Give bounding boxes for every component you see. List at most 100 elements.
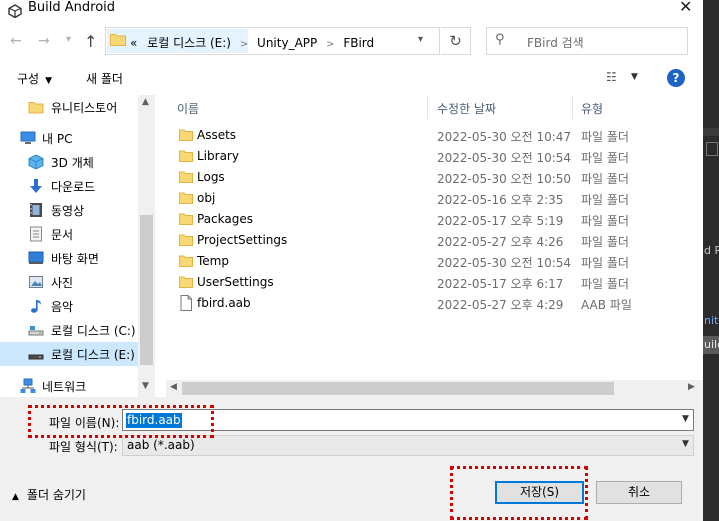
file-type: 파일 폴더	[581, 256, 629, 270]
chevron-right-icon[interactable]: >	[326, 39, 334, 50]
sidebar-item-downloads[interactable]: 다운로드	[0, 174, 141, 198]
sidebar-item-drive-e[interactable]: 로컬 디스크 (E:)	[0, 342, 141, 366]
file-name: obj	[197, 191, 216, 205]
horizontal-scrollbar[interactable]: ◀ ▶	[166, 380, 703, 397]
sidebar-item-drive-c[interactable]: 로컬 디스크 (C:)	[0, 318, 141, 342]
scrollbar-thumb[interactable]	[182, 382, 614, 395]
sidebar-item-network[interactable]: 네트워크	[0, 374, 141, 397]
file-date: 2022-05-30 오전 10:47	[437, 130, 572, 144]
breadcrumb-unity-app[interactable]: Unity_APP	[257, 36, 317, 50]
column-divider[interactable]	[427, 95, 428, 119]
chevron-right-icon[interactable]: >	[240, 39, 248, 50]
sidebar-item-this-pc[interactable]: 내 PC	[0, 126, 141, 150]
filetype-select[interactable]: aab (*.aab) ▼	[122, 435, 694, 456]
column-divider[interactable]	[572, 95, 573, 119]
folder-icon	[110, 34, 126, 46]
forward-arrow-icon[interactable]: →	[38, 33, 50, 49]
table-row[interactable]: Library 2022-05-30 오전 10:54 파일 폴더	[166, 146, 703, 167]
drive-icon	[28, 354, 44, 360]
filetype-label: 파일 형식(T):	[49, 440, 118, 454]
file-name: Temp	[197, 254, 229, 268]
scroll-up-icon[interactable]: ▲	[142, 97, 149, 107]
refresh-icon: ↻	[449, 32, 462, 50]
address-bar[interactable]: « 로컬 디스크 (E:) > Unity_APP > FBird ▾	[105, 27, 440, 55]
sort-ascending-icon: ^	[296, 95, 304, 102]
scroll-left-icon[interactable]: ◀	[170, 382, 177, 392]
recent-locations-chevron-icon[interactable]: ▾	[66, 34, 71, 45]
sidebar-item-label: 유니티스토어	[51, 101, 118, 115]
table-row[interactable]: Packages 2022-05-17 오후 5:19 파일 폴더	[166, 209, 703, 230]
sidebar-item-label: 바탕 화면	[51, 252, 99, 266]
table-row[interactable]: Logs 2022-05-30 오전 10:50 파일 폴더	[166, 167, 703, 188]
column-header-date[interactable]: 수정한 날짜	[437, 100, 496, 117]
cancel-button[interactable]: 취소	[596, 481, 682, 504]
sidebar-item-videos[interactable]: 동영상	[0, 198, 141, 222]
back-arrow-icon[interactable]: ←	[10, 33, 22, 49]
column-header-name[interactable]: 이름	[177, 100, 199, 117]
file-name: Library	[197, 149, 239, 163]
file-date: 2022-05-17 오후 5:19	[437, 214, 564, 228]
file-date: 2022-05-27 오후 4:29	[437, 298, 564, 312]
sidebar-item-desktop[interactable]: 바탕 화면	[0, 246, 141, 270]
table-row[interactable]: Temp 2022-05-30 오전 10:54 파일 폴더	[166, 251, 703, 272]
navigation-pane: 유니티스토어 내 PC 3D 개체 다운로드 동영상 문서 바탕 화면 사진 음…	[0, 95, 155, 397]
chevron-down-icon[interactable]: ▼	[682, 414, 689, 424]
sidebar-item-unity-store[interactable]: 유니티스토어	[0, 95, 141, 119]
column-header-type[interactable]: 유형	[581, 100, 603, 117]
breadcrumb-recent[interactable]: «	[130, 36, 137, 50]
file-date: 2022-05-16 오후 2:35	[437, 193, 564, 207]
sidebar-item-label: 다운로드	[51, 180, 96, 194]
chevron-down-icon[interactable]: ▾	[418, 34, 423, 45]
close-icon[interactable]: ✕	[679, 0, 693, 15]
refresh-button[interactable]: ↻	[441, 27, 471, 55]
sidebar-item-documents[interactable]: 문서	[0, 222, 141, 246]
save-dialog: Build Android ✕ ← → ▾ ↑ « 로컬 디스크 (E:) > …	[0, 0, 703, 521]
hide-folders-label: 폴더 숨기기	[26, 488, 86, 502]
table-row[interactable]: UserSettings 2022-05-17 오후 6:17 파일 폴더	[166, 272, 703, 293]
nav-scrollbar[interactable]: ▲ ▼	[138, 95, 155, 397]
sidebar-item-label: 음악	[51, 300, 74, 314]
table-row[interactable]: Assets 2022-05-30 오전 10:47 파일 폴더	[166, 125, 703, 146]
window-title: Build Android	[28, 0, 116, 15]
file-list: ^ 이름 수정한 날짜 유형 Assets 2022-05-30 오전 10:47…	[166, 95, 703, 397]
hide-folders-button[interactable]: ▲ 폴더 숨기기	[12, 486, 86, 503]
chevron-down-icon[interactable]: ▼	[682, 439, 689, 449]
background-link: nity	[704, 314, 719, 327]
file-type: 파일 폴더	[581, 172, 629, 186]
document-icon	[30, 226, 42, 242]
search-input[interactable]: FBird 검색	[527, 34, 584, 51]
scroll-right-icon[interactable]: ▶	[688, 382, 695, 392]
folder-icon	[28, 102, 44, 114]
sidebar-item-label: 내 PC	[42, 132, 73, 146]
sidebar-item-pictures[interactable]: 사진	[0, 270, 141, 294]
search-box[interactable]: ⚲ FBird 검색	[486, 27, 688, 55]
help-icon[interactable]: ?	[667, 69, 685, 87]
breadcrumb: « 로컬 디스크 (E:) > Unity_APP > FBird	[130, 34, 374, 51]
drive-icon	[28, 326, 44, 336]
sidebar-item-music[interactable]: 음악	[0, 294, 141, 318]
breadcrumb-drive[interactable]: 로컬 디스크 (E:)	[147, 36, 231, 50]
file-date: 2022-05-17 오후 6:17	[437, 277, 564, 291]
pc-icon	[20, 131, 36, 144]
sidebar-item-label: 로컬 디스크 (C:)	[51, 324, 136, 338]
folder-icon	[179, 192, 193, 204]
table-row[interactable]: ProjectSettings 2022-05-27 오후 4:26 파일 폴더	[166, 230, 703, 251]
scroll-down-icon[interactable]: ▼	[142, 381, 149, 391]
file-type: 파일 폴더	[581, 235, 629, 249]
folder-icon	[179, 150, 193, 162]
new-folder-button[interactable]: 새 폴더	[86, 70, 123, 87]
view-options-icon[interactable]: ☷	[606, 70, 617, 84]
organize-button[interactable]: 구성 ▼	[17, 70, 52, 87]
table-row[interactable]: fbird.aab 2022-05-27 오후 4:29 AAB 파일	[166, 293, 703, 314]
file-type: 파일 폴더	[581, 193, 629, 207]
up-arrow-icon[interactable]: ↑	[84, 32, 97, 51]
table-row[interactable]: obj 2022-05-16 오후 2:35 파일 폴더	[166, 188, 703, 209]
chevron-down-icon[interactable]: ▼	[631, 72, 638, 82]
highlight-box	[28, 405, 214, 438]
picture-icon	[29, 276, 43, 288]
file-date: 2022-05-27 오후 4:26	[437, 235, 564, 249]
sidebar-item-3d-objects[interactable]: 3D 개체	[0, 150, 141, 174]
scrollbar-thumb[interactable]	[140, 215, 153, 365]
breadcrumb-fbird[interactable]: FBird	[343, 36, 374, 50]
sidebar-item-label: 네트워크	[42, 380, 87, 394]
